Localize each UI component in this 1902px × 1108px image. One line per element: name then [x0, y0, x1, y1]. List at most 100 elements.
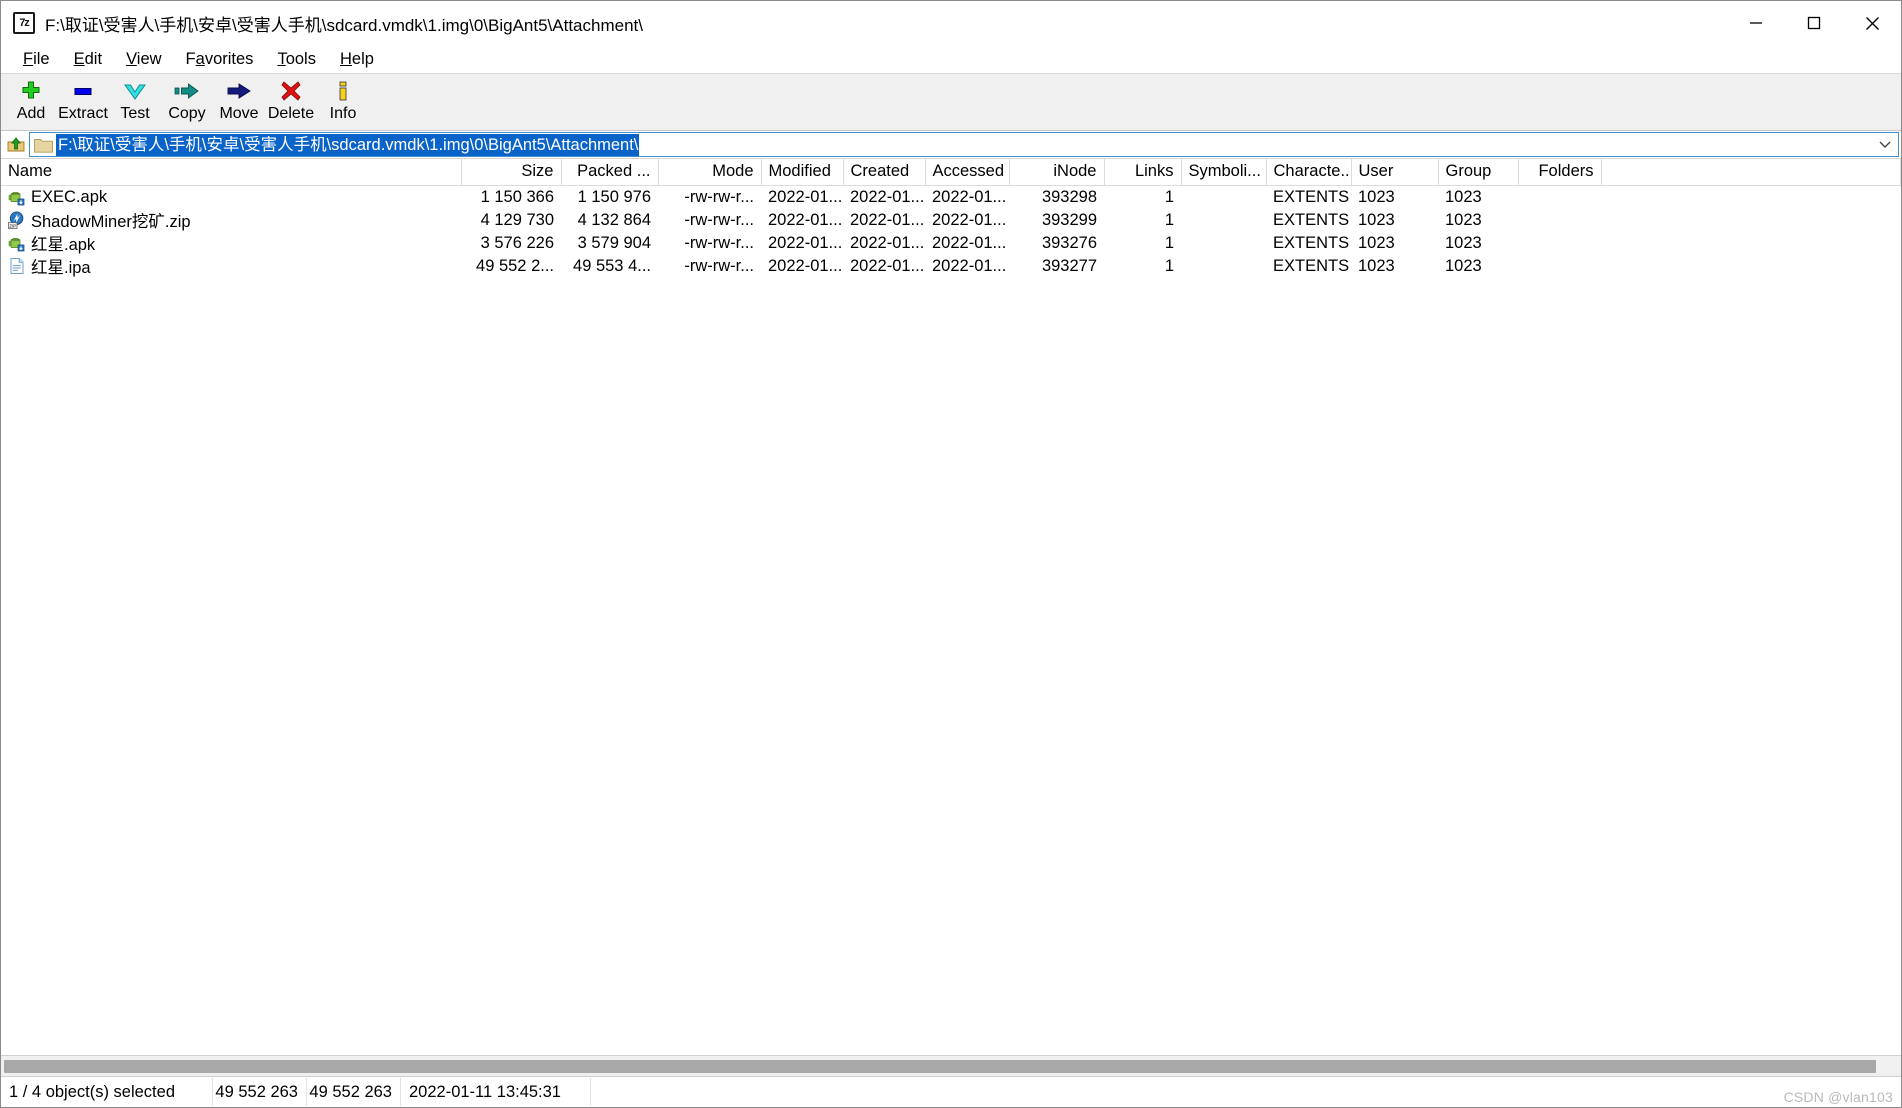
- cell-character: EXTENTS: [1273, 187, 1350, 206]
- cell-accessed: 2022-01...: [932, 187, 1007, 206]
- table-row[interactable]: ZIP ShadowMiner挖矿.zip 4 129 730 4 132 864 -r…: [1, 209, 1901, 232]
- path-value: F:\取证\受害人\手机\安卓\受害人手机\sdcard.vmdk\1.img\…: [56, 133, 640, 156]
- cell-accessed: 2022-01...: [932, 233, 1007, 252]
- maximize-button[interactable]: [1785, 1, 1843, 45]
- chevron-down-icon[interactable]: [1872, 140, 1898, 149]
- cell-links: 1: [1164, 210, 1174, 229]
- file-name-label: 红星.apk: [31, 236, 96, 254]
- delete-button[interactable]: Delete: [265, 77, 317, 125]
- cross-x-icon: [280, 79, 302, 103]
- horizontal-scrollbar[interactable]: [1, 1055, 1901, 1076]
- column-header-user[interactable]: User: [1351, 159, 1439, 186]
- extract-label: Extract: [58, 105, 108, 122]
- move-label: Move: [219, 105, 259, 122]
- path-combobox[interactable]: F:\取证\受害人\手机\安卓\受害人手机\sdcard.vmdk\1.img\…: [29, 132, 1899, 157]
- cell-user: 1023: [1358, 210, 1395, 229]
- column-header-links[interactable]: Links: [1104, 159, 1182, 186]
- move-button[interactable]: Move: [213, 77, 265, 125]
- file-name-label: ShadowMiner挖矿.zip: [31, 213, 191, 231]
- cell-user: 1023: [1358, 256, 1395, 275]
- cell-created: 2022-01...: [850, 187, 925, 206]
- column-header-symbolic[interactable]: Symboli...: [1181, 159, 1267, 186]
- menu-favorites[interactable]: Favorites: [174, 48, 266, 71]
- extract-button[interactable]: Extract: [57, 77, 109, 125]
- file-list-table: Name Size Packed ... Mode Modified Creat…: [1, 159, 1901, 278]
- column-header-accessed[interactable]: Accessed: [925, 159, 1010, 186]
- file-name-label: 红星.ipa: [31, 259, 91, 277]
- add-button[interactable]: Add: [5, 77, 57, 125]
- column-header-inode[interactable]: iNode: [1009, 159, 1105, 186]
- folder-icon: [34, 137, 53, 153]
- table-row[interactable]: 红星.ipa 49 552 2... 49 553 4... -rw-rw-r... 2…: [1, 255, 1901, 278]
- column-header-filler: [1601, 159, 1901, 186]
- delete-label: Delete: [267, 105, 315, 122]
- cell-folders: [1518, 209, 1601, 232]
- sevenzip-window: 7z F:\取证\受害人\手机\安卓\受害人手机\sdcard.vmdk\1.i…: [0, 0, 1902, 1108]
- cell-character: EXTENTS: [1273, 210, 1350, 229]
- cell-modified: 2022-01...: [768, 187, 843, 206]
- watermark: CSDN @vlan103: [1783, 1089, 1893, 1105]
- arrow-right-icon: [174, 79, 200, 103]
- android-apk-icon: [8, 238, 25, 252]
- column-header-group[interactable]: Group: [1438, 159, 1519, 186]
- column-header-name[interactable]: Name: [1, 159, 462, 186]
- file-list-header-row: Name Size Packed ... Mode Modified Creat…: [1, 159, 1901, 186]
- menu-file[interactable]: File: [11, 48, 62, 71]
- cell-folders: [1518, 255, 1601, 278]
- cell-created: 2022-01...: [850, 210, 925, 229]
- title-bar: 7z F:\取证\受害人\手机\安卓\受害人手机\sdcard.vmdk\1.i…: [1, 1, 1901, 45]
- table-row[interactable]: EXEC.apk 1 150 366 1 150 976 -rw-rw-r... 202…: [1, 185, 1901, 209]
- column-header-character[interactable]: Characte...: [1266, 159, 1352, 186]
- close-button[interactable]: [1843, 1, 1901, 45]
- menu-help[interactable]: Help: [328, 48, 386, 71]
- menu-edit[interactable]: Edit: [62, 48, 114, 71]
- column-header-packed[interactable]: Packed ...: [561, 159, 659, 186]
- cell-folders: [1518, 232, 1601, 255]
- copy-label: Copy: [168, 105, 206, 122]
- status-packed-size: 49 552 263: [307, 1078, 401, 1106]
- android-apk-icon: [8, 192, 25, 206]
- chevron-down-icon: [123, 79, 147, 103]
- path-bar: F:\取证\受害人\手机\安卓\受害人手机\sdcard.vmdk\1.img\…: [1, 131, 1901, 159]
- cell-filler: [1601, 209, 1901, 232]
- cell-group: 1023: [1445, 187, 1482, 206]
- cell-symbolic: [1181, 255, 1266, 278]
- cell-packed: 3 579 904: [577, 233, 651, 252]
- cell-filler: [1601, 185, 1901, 209]
- zip-archive-icon: ZIP: [8, 211, 24, 229]
- column-header-modified[interactable]: Modified: [761, 159, 844, 186]
- toolbar: Add Extract Test Copy Move Delete Info: [1, 74, 1901, 131]
- app-icon: 7z: [13, 12, 35, 34]
- add-label: Add: [16, 105, 46, 122]
- column-header-folders[interactable]: Folders: [1518, 159, 1602, 186]
- column-header-size[interactable]: Size: [461, 159, 562, 186]
- cell-filler: [1601, 232, 1901, 255]
- folder-up-icon[interactable]: [3, 133, 29, 157]
- status-size: 49 552 263: [213, 1078, 307, 1106]
- cell-user: 1023: [1358, 187, 1395, 206]
- table-row[interactable]: 红星.apk 3 576 226 3 579 904 -rw-rw-r... 2022-…: [1, 232, 1901, 255]
- menu-view[interactable]: View: [114, 48, 173, 71]
- file-list-body: EXEC.apk 1 150 366 1 150 976 -rw-rw-r... 202…: [1, 185, 1901, 278]
- test-label: Test: [120, 105, 150, 122]
- test-button[interactable]: Test: [109, 77, 161, 125]
- status-datetime: 2022-01-11 13:45:31: [401, 1078, 591, 1106]
- column-header-mode[interactable]: Mode: [658, 159, 762, 186]
- column-header-created[interactable]: Created: [843, 159, 926, 186]
- arrow-right-icon: [226, 79, 252, 103]
- cell-inode: 393276: [1041, 233, 1097, 252]
- cell-user: 1023: [1358, 233, 1395, 252]
- cell-character: EXTENTS: [1273, 233, 1350, 252]
- info-button[interactable]: Info: [317, 77, 369, 125]
- cell-accessed: 2022-01...: [932, 210, 1007, 229]
- minimize-button[interactable]: [1727, 1, 1785, 45]
- window-controls: [1727, 1, 1901, 45]
- scrollbar-thumb[interactable]: [4, 1059, 1876, 1073]
- svg-text:ZIP: ZIP: [9, 223, 16, 228]
- plus-icon: [20, 79, 42, 103]
- copy-button[interactable]: Copy: [161, 77, 213, 125]
- cell-symbolic: [1181, 209, 1266, 232]
- file-list-panel[interactable]: Name Size Packed ... Mode Modified Creat…: [1, 159, 1901, 1055]
- cell-mode: -rw-rw-r...: [684, 256, 754, 275]
- menu-tools[interactable]: Tools: [265, 48, 328, 71]
